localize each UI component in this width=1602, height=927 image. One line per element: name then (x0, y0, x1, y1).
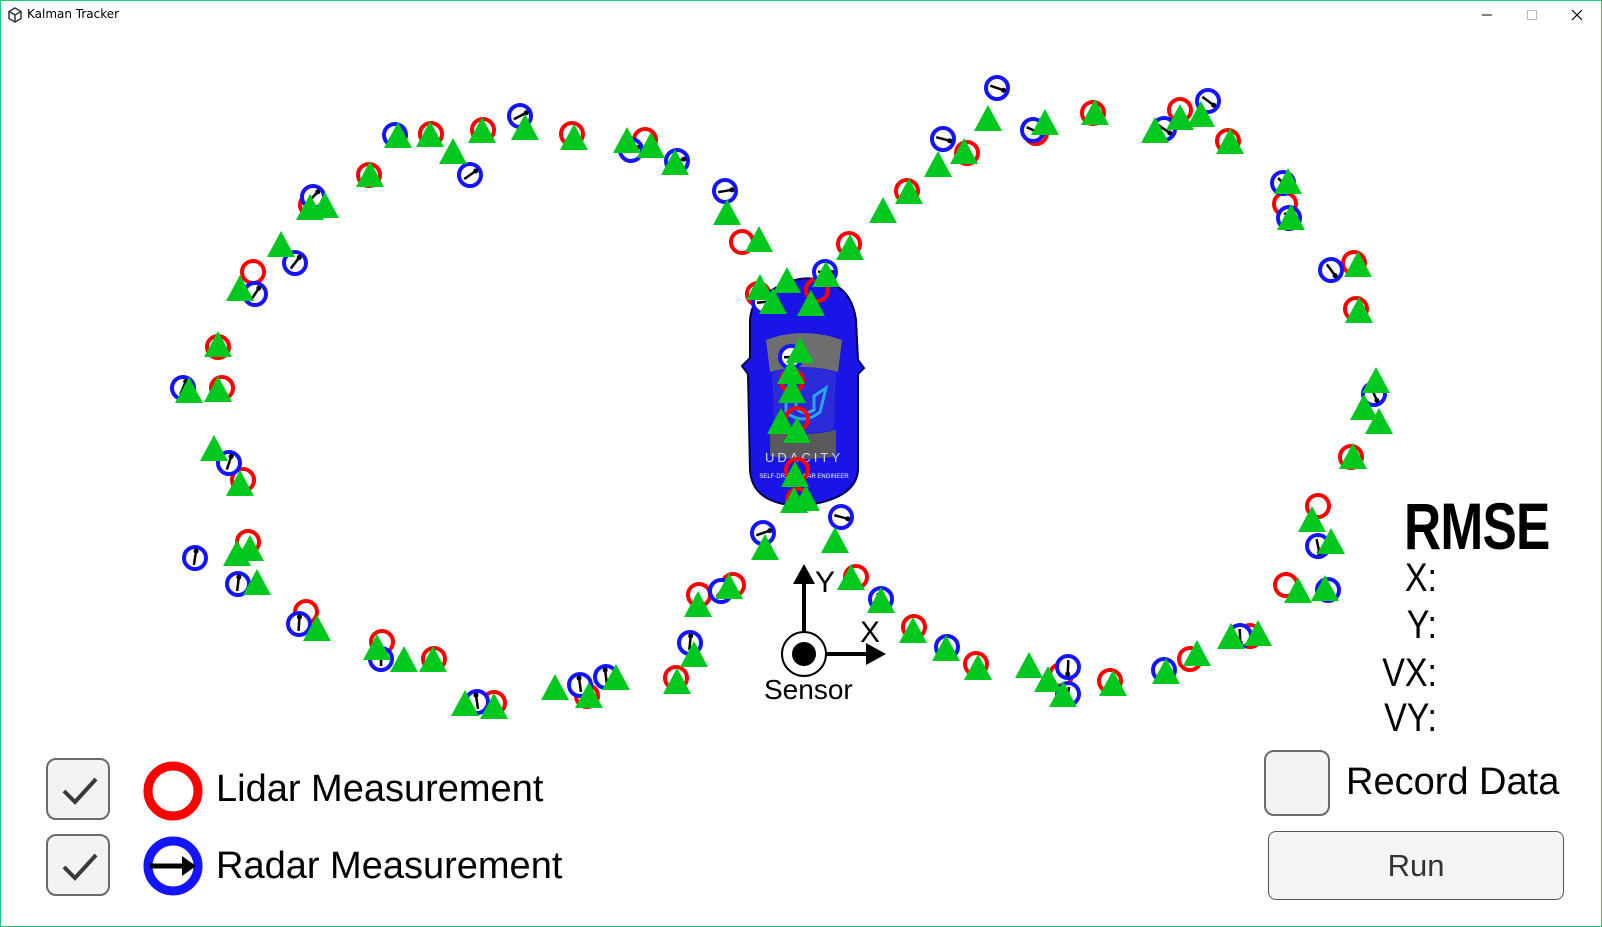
lidar-ring-icon (143, 761, 203, 821)
rmse-vx-label: VX: (1382, 651, 1437, 695)
y-axis-arrowhead (793, 564, 815, 584)
estimate-marker (713, 199, 741, 225)
x-axis-label: X (860, 616, 881, 649)
estimate-marker (363, 634, 391, 660)
estimate-marker (439, 138, 467, 164)
estimate-marker (869, 197, 897, 223)
checkmark-icon (62, 777, 98, 805)
radar-ring-arrow-icon (143, 836, 203, 896)
rmse-x-label: X: (1404, 556, 1437, 600)
radar-marker (712, 178, 738, 204)
estimate-marker (390, 646, 418, 672)
estimate-marker (1298, 506, 1326, 532)
radar-legend-label: Radar Measurement (216, 845, 563, 887)
radar-marker (457, 162, 483, 188)
sensor-label: Sensor (764, 674, 853, 705)
rmse-vy-label: VY: (1384, 696, 1437, 740)
checkmark-icon (62, 853, 98, 881)
estimate-marker (200, 435, 228, 461)
sensor-dot (792, 642, 816, 666)
estimate-marker (1015, 652, 1043, 678)
estimate-marker (821, 527, 849, 553)
rmse-y-label: Y: (1406, 603, 1437, 647)
estimate-marker (1362, 367, 1390, 393)
y-axis-label: Y (815, 566, 836, 599)
estimate-marker (541, 674, 569, 700)
radar-marker (1318, 257, 1344, 283)
estimate-marker (974, 105, 1002, 131)
estimate-marker (745, 226, 773, 252)
lidar-toggle-checkbox[interactable] (46, 758, 110, 820)
lidar-marker (240, 259, 266, 285)
estimate-marker (924, 151, 952, 177)
radar-marker (828, 504, 854, 530)
radar-marker (182, 545, 208, 571)
record-data-label: Record Data (1346, 761, 1560, 803)
record-data-checkbox[interactable] (1264, 750, 1330, 816)
run-button[interactable]: Run (1268, 831, 1564, 900)
estimate-marker (267, 231, 295, 257)
radar-marker (984, 75, 1010, 101)
radar-marker (930, 126, 956, 152)
estimate-marker (1183, 640, 1211, 666)
rmse-title: RMSE (1404, 489, 1550, 563)
lidar-legend-label: Lidar Measurement (216, 768, 544, 810)
estimate-marker (1284, 577, 1312, 603)
radar-marker (286, 611, 312, 637)
radar-marker (1055, 654, 1081, 680)
radar-toggle-checkbox[interactable] (46, 834, 110, 896)
